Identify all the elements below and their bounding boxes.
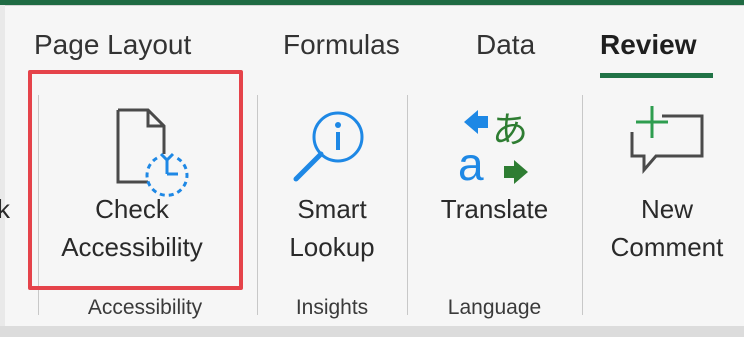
highlight-box: [28, 70, 243, 290]
tab-formulas[interactable]: Formulas: [283, 25, 400, 65]
group-separator: [257, 95, 258, 315]
group-label-language: Language: [447, 296, 542, 319]
translate-icon: a あ: [458, 110, 528, 190]
translate-label: Translate: [440, 194, 549, 224]
clipped-button-label: k: [0, 194, 10, 224]
smart-lookup-label-line2: Lookup: [289, 232, 375, 262]
new-comment-label-line2: Comment: [610, 232, 724, 262]
new-comment-icon: [630, 106, 704, 175]
smart-lookup-button[interactable]: Smart Lookup: [262, 90, 402, 290]
tab-review[interactable]: Review: [600, 25, 697, 65]
new-comment-button[interactable]: New Comment: [590, 90, 744, 290]
smart-lookup-icon: [293, 111, 364, 182]
active-tab-indicator: [600, 73, 713, 78]
svg-text:あ: あ: [492, 110, 528, 151]
svg-text:a: a: [458, 138, 484, 190]
group-separator: [407, 95, 408, 315]
group-label-insights: Insights: [295, 296, 369, 319]
tab-data[interactable]: Data: [476, 25, 535, 65]
tab-page-layout[interactable]: Page Layout: [34, 25, 191, 65]
ribbon-bottom-edge: [0, 326, 744, 337]
smart-lookup-label-line1: Smart: [297, 194, 367, 224]
group-label-accessibility: Accessibility: [87, 296, 203, 319]
new-comment-label-line1: New: [640, 194, 693, 224]
translate-button[interactable]: a あ Translate: [412, 90, 577, 290]
group-separator: [582, 95, 583, 315]
